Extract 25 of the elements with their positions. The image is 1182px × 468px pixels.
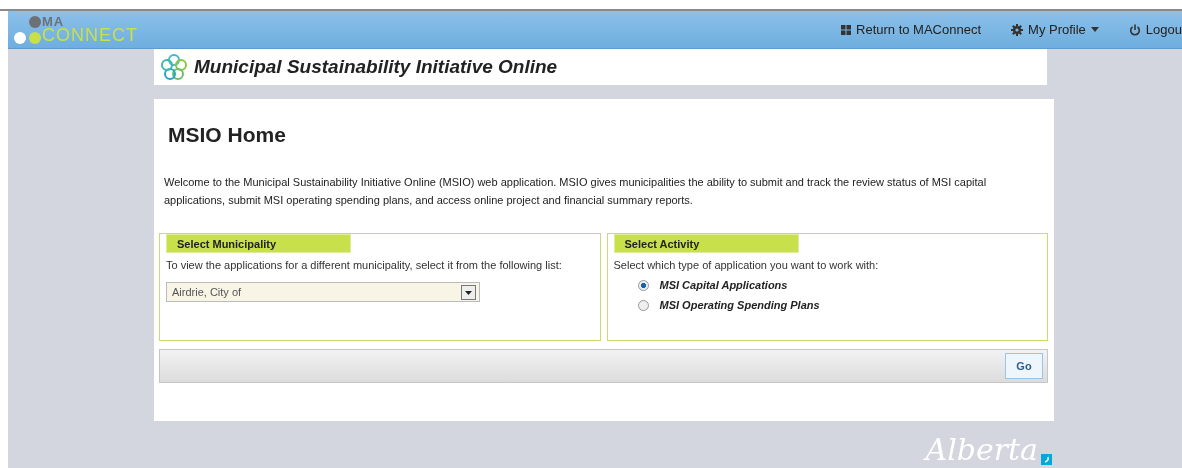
settings-icon: [1011, 23, 1024, 36]
app-title: Municipal Sustainability Initiative Online: [194, 56, 558, 78]
page-heading: MSIO Home: [168, 123, 287, 147]
logo-text: MA: [42, 15, 65, 28]
logo-square-icon: [1041, 454, 1052, 465]
section-legend: Select Activity: [613, 234, 799, 253]
prompt-text: Select which type of application you want to work with:: [613, 259, 880, 271]
go-button[interactable]: Go: [1005, 353, 1043, 379]
power-icon: [1128, 23, 1141, 36]
nav-link[interactable]: Return to MAConnect: [841, 22, 982, 37]
nav-link[interactable]: My Profile: [1011, 22, 1099, 37]
intro-paragraph: Welcome to the Municipal Sustainability Initiative Online (MSIO) web application. MSIO gives municipalities the ability to submit and track the review status of MSI capital applications, submit MSI operating spending plans, and access online project and financial summary reports.: [164, 175, 988, 208]
logo-text: CONNECT: [42, 26, 138, 44]
radio-label: MSI Capital Applications: [659, 279, 788, 291]
nav-link[interactable]: Logou: [1128, 22, 1182, 37]
radio-button[interactable]: [637, 279, 649, 291]
grid-icon: [841, 24, 852, 35]
municipality-dropdown[interactable]: Airdrie, City of: [166, 282, 480, 302]
caret-icon: [1090, 27, 1099, 32]
section-legend: Select Municipality: [166, 234, 351, 253]
prompt-text: To view the applications for a different municipality, select it from the following list:: [166, 259, 563, 271]
flower-logo-icon: [160, 53, 188, 81]
logo-dots-icon: [14, 15, 41, 44]
radio-label: MSI Operating Spending Plans: [659, 299, 820, 311]
radio-button[interactable]: [637, 299, 649, 311]
